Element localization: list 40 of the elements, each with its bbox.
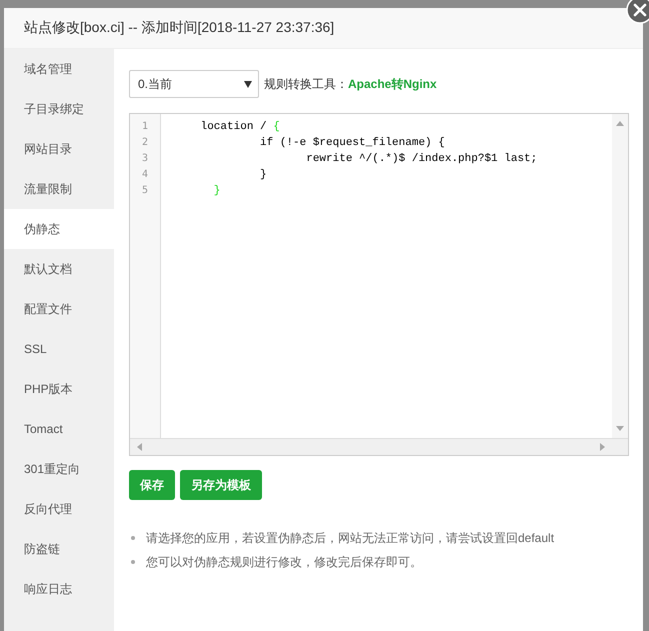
sidebar-item[interactable]: PHP版本: [4, 369, 114, 409]
line-number: 4: [140, 168, 150, 182]
tool-label: 规则转换工具：: [264, 76, 348, 92]
line-number: 1: [140, 120, 150, 134]
line-number: 2: [140, 136, 150, 150]
caret-icon: [244, 80, 252, 88]
note-text: 请选择您的应用，若设置伪静态后，网站无法正常访问，请尝试设置回default: [146, 530, 554, 547]
sidebar-item[interactable]: 301重定向: [4, 449, 114, 489]
scroll-up-icon[interactable]: [616, 120, 624, 126]
code-line: }: [259, 168, 268, 183]
sidebar-item[interactable]: 网站目录: [4, 129, 114, 169]
code-line: if (!-e $request_filename) {: [259, 136, 446, 151]
scroll-down-icon[interactable]: [616, 426, 624, 432]
close-icon[interactable]: [626, 0, 649, 24]
bullet-icon: [131, 536, 135, 540]
vertical-scrollbar[interactable]: [612, 114, 628, 438]
sidebar-item[interactable]: Tomact: [4, 409, 114, 449]
sidebar-item[interactable]: 响应日志: [4, 569, 114, 609]
sidebar-item[interactable]: SSL: [4, 329, 114, 369]
note-text: 您可以对伪静态规则进行修改，修改完后保存即可。: [146, 554, 422, 571]
sidebar-item[interactable]: 反向代理: [4, 489, 114, 529]
line-number: 3: [140, 152, 150, 166]
sidebar-item[interactable]: 防盗链: [4, 529, 114, 569]
sidebar-item[interactable]: 子目录绑定: [4, 89, 114, 129]
line-number: 5: [140, 184, 150, 198]
code-line: }: [212, 184, 222, 199]
code-line: location / {: [200, 120, 281, 135]
scroll-right-icon[interactable]: [600, 443, 606, 451]
code-line: rewrite ^/(.*)$ /index.php?$1 last;: [305, 152, 538, 167]
sidebar-item[interactable]: 流量限制: [4, 169, 114, 209]
dialog-title: 站点修改[box.ci] -- 添加时间[2018-11-27 23:37:36]: [24, 19, 334, 37]
sidebar-item[interactable]: 配置文件: [4, 289, 114, 329]
version-select[interactable]: 0.当前: [129, 70, 259, 98]
bullet-icon: [131, 560, 135, 564]
sidebar-item[interactable]: 默认文档: [4, 249, 114, 289]
sidebar-item[interactable]: 域名管理: [4, 49, 114, 89]
scroll-left-icon[interactable]: [136, 443, 142, 451]
code-editor[interactable]: 1 2 3 4 5 location / { if (!-e $request_filename) { rewrite ^/(.*)$ /index.php?$1 last; } }: [129, 113, 629, 456]
horizontal-scrollbar[interactable]: [130, 438, 628, 455]
sidebar-item[interactable]: 伪静态: [4, 209, 114, 249]
